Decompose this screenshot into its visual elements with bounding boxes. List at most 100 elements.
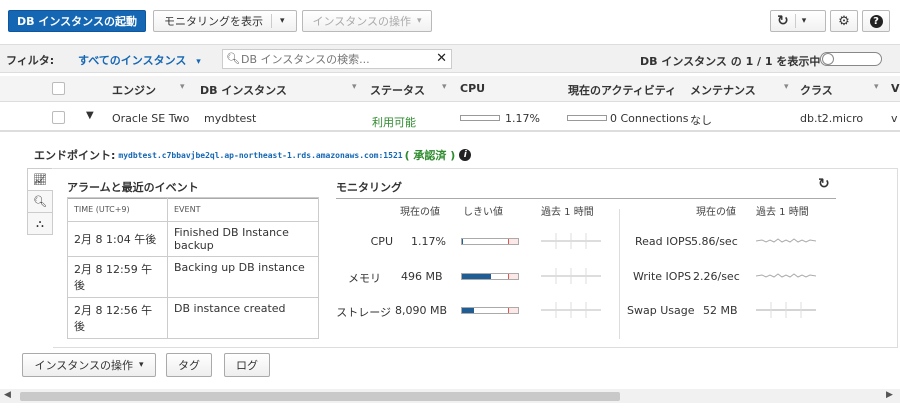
threshold-bar-storage (461, 307, 519, 314)
search-icon: 🔍︎ (226, 52, 240, 65)
monitoring-divider (619, 209, 620, 339)
monitoring-header-current: 現在の値 (400, 207, 440, 218)
row-status: 利用可能 (372, 116, 416, 129)
alarms-title: アラームと最近のイベント (67, 179, 319, 199)
logs-button[interactable]: ログ (224, 353, 270, 377)
metric-value-memory: 496 MB (401, 270, 443, 283)
column-header-cpu[interactable]: CPU (460, 82, 485, 95)
metric-label-read-iops: Read IOPS (635, 235, 692, 248)
metric-label-cpu: CPU (370, 235, 393, 248)
sort-icon[interactable]: ▾ (874, 82, 879, 92)
instance-count: DB インスタンス の 1 / 1 を表示中 (640, 55, 821, 68)
filter-bar: フィルタ: すべてのインスタンス ▾ 🔍︎ ✕ DB インスタンス の 1 / … (0, 44, 900, 73)
threshold-fill (462, 308, 475, 313)
threshold-bar-cpu (461, 238, 519, 245)
metric-value-swap-usage: 52 MB (703, 304, 738, 317)
threshold-fill (462, 239, 464, 244)
sitemap-icon: ⛬ (36, 216, 44, 230)
cpu-mini-bar (460, 115, 500, 121)
settings-button[interactable]: ⚙ (830, 10, 858, 32)
sparkline-storage (541, 302, 601, 318)
threshold-warning (508, 308, 518, 313)
sort-icon[interactable]: ▾ (784, 82, 789, 92)
instance-detail: エンドポイント: mydbtest.c7bbavjbe2ql.ap-northe… (0, 131, 900, 381)
divider (794, 14, 796, 28)
metric-label-swap-usage: Swap Usage (627, 304, 695, 317)
monitoring-header-current: 現在の値 (696, 207, 736, 218)
scroll-left-icon[interactable]: ◀ (4, 390, 11, 400)
endpoint: エンドポイント: mydbtest.c7bbavjbe2ql.ap-northe… (34, 147, 472, 163)
column-header-status[interactable]: ステータス (370, 82, 425, 98)
chevron-down-icon: ▾ (139, 360, 144, 370)
row-overflow: v (891, 112, 898, 125)
events-table: TIME (UTC+9) EVENT 2月 8 1:04 午後 Finished… (67, 197, 319, 339)
event-time: 2月 8 12:59 午後 (67, 256, 168, 298)
scrollbar-thumb[interactable] (20, 392, 620, 401)
row-activity: 0 Connections (610, 112, 689, 125)
table-row[interactable]: ▼ Oracle SE Two mydbtest 利用可能 1.17% 0 Co… (0, 105, 900, 131)
column-header-maintenance[interactable]: メンテナンス (690, 82, 756, 98)
tab-monitoring[interactable]: 📈︎ (27, 168, 53, 191)
filter-select-value: すべてのインスタンス (78, 54, 187, 67)
monitoring-header-threshold: しきい値 (463, 207, 503, 218)
column-header-class[interactable]: クラス (800, 82, 833, 98)
metric-value-storage: 8,090 MB (395, 304, 448, 317)
clear-search-icon[interactable]: ✕ (436, 51, 447, 66)
divider (271, 14, 272, 28)
sparkline-write-iops (756, 273, 816, 278)
tab-topology[interactable]: ⛬ (27, 212, 53, 235)
tags-button[interactable]: タグ (166, 353, 212, 377)
chevron-down-icon[interactable]: ▾ (802, 16, 807, 26)
metric-label-storage: ストレージ (336, 306, 391, 319)
refresh-icon[interactable]: ↻ (818, 176, 830, 192)
scroll-right-icon[interactable]: ▶ (886, 390, 893, 400)
endpoint-status: ( 承認済 ) (404, 149, 456, 162)
instance-actions-button[interactable]: インスタンスの操作 ▾ (302, 10, 432, 32)
event-text: Backing up DB instance (167, 256, 319, 298)
launch-db-instance-button[interactable]: DB インスタンスの起動 (8, 10, 146, 32)
refresh-button[interactable]: ↻ ▾ (770, 10, 826, 32)
sort-icon[interactable]: ▾ (180, 82, 185, 92)
tab-details[interactable]: 🔍︎ (27, 190, 53, 213)
help-button[interactable]: ? (862, 10, 890, 32)
row-instance-name[interactable]: mydbtest (204, 112, 256, 125)
event-time: 2月 8 1:04 午後 (67, 221, 168, 257)
horizontal-scrollbar[interactable]: ◀ ▶ (0, 389, 900, 403)
sort-icon[interactable]: ▾ (352, 82, 357, 92)
column-header-overflow: V (891, 82, 900, 95)
event-row: 2月 8 12:59 午後 Backing up DB instance (67, 256, 319, 298)
event-time: 2月 8 12:56 午後 (67, 297, 168, 339)
activity-mini-bar (567, 115, 607, 121)
toggle-switch[interactable] (820, 52, 882, 66)
column-header-db-instance[interactable]: DB インスタンス (200, 82, 287, 98)
filter-select[interactable]: すべてのインスタンス ▾ (78, 52, 201, 68)
sparkline-swap-usage (756, 302, 816, 318)
instance-actions-menu-button[interactable]: インスタンスの操作 ▾ (22, 353, 156, 377)
threshold-warning (508, 274, 518, 279)
gear-icon: ⚙ (838, 13, 850, 29)
row-checkbox[interactable] (52, 111, 65, 124)
row-class: db.t2.micro (800, 112, 864, 125)
monitoring-header-last-hour: 過去 1 時間 (756, 207, 809, 218)
endpoint-label: エンドポイント: (34, 149, 116, 162)
column-header-engine[interactable]: エンジン (112, 82, 156, 98)
show-monitoring-button[interactable]: モニタリングを表示 ▾ (153, 10, 297, 32)
table-header: エンジン ▾ DB インスタンス ▾ ステータス ▾ CPU 現在のアクティビテ… (0, 76, 900, 102)
chevron-down-icon[interactable]: ▾ (280, 16, 285, 26)
events-header-time: TIME (UTC+9) (67, 197, 168, 222)
instance-actions-menu-label: インスタンスの操作 (34, 359, 134, 372)
sort-icon[interactable]: ▾ (442, 82, 447, 92)
search-box: 🔍︎ ✕ (222, 49, 452, 69)
info-icon[interactable]: i (459, 149, 472, 161)
tags-label: タグ (178, 359, 200, 372)
metric-value-write-iops: 2.26/sec (693, 270, 740, 283)
select-all-checkbox[interactable] (52, 82, 65, 95)
metric-value-read-iops: 5.86/sec (691, 235, 738, 248)
threshold-warning (508, 239, 518, 244)
instance-actions-label: インスタンスの操作 (312, 15, 412, 28)
event-row: 2月 8 12:56 午後 DB instance created (67, 297, 319, 339)
row-expand-icon[interactable]: ▼ (86, 110, 94, 121)
search-input[interactable] (241, 52, 431, 67)
events-header-event: EVENT (167, 197, 319, 222)
column-header-activity[interactable]: 現在のアクティビティ (568, 82, 676, 98)
